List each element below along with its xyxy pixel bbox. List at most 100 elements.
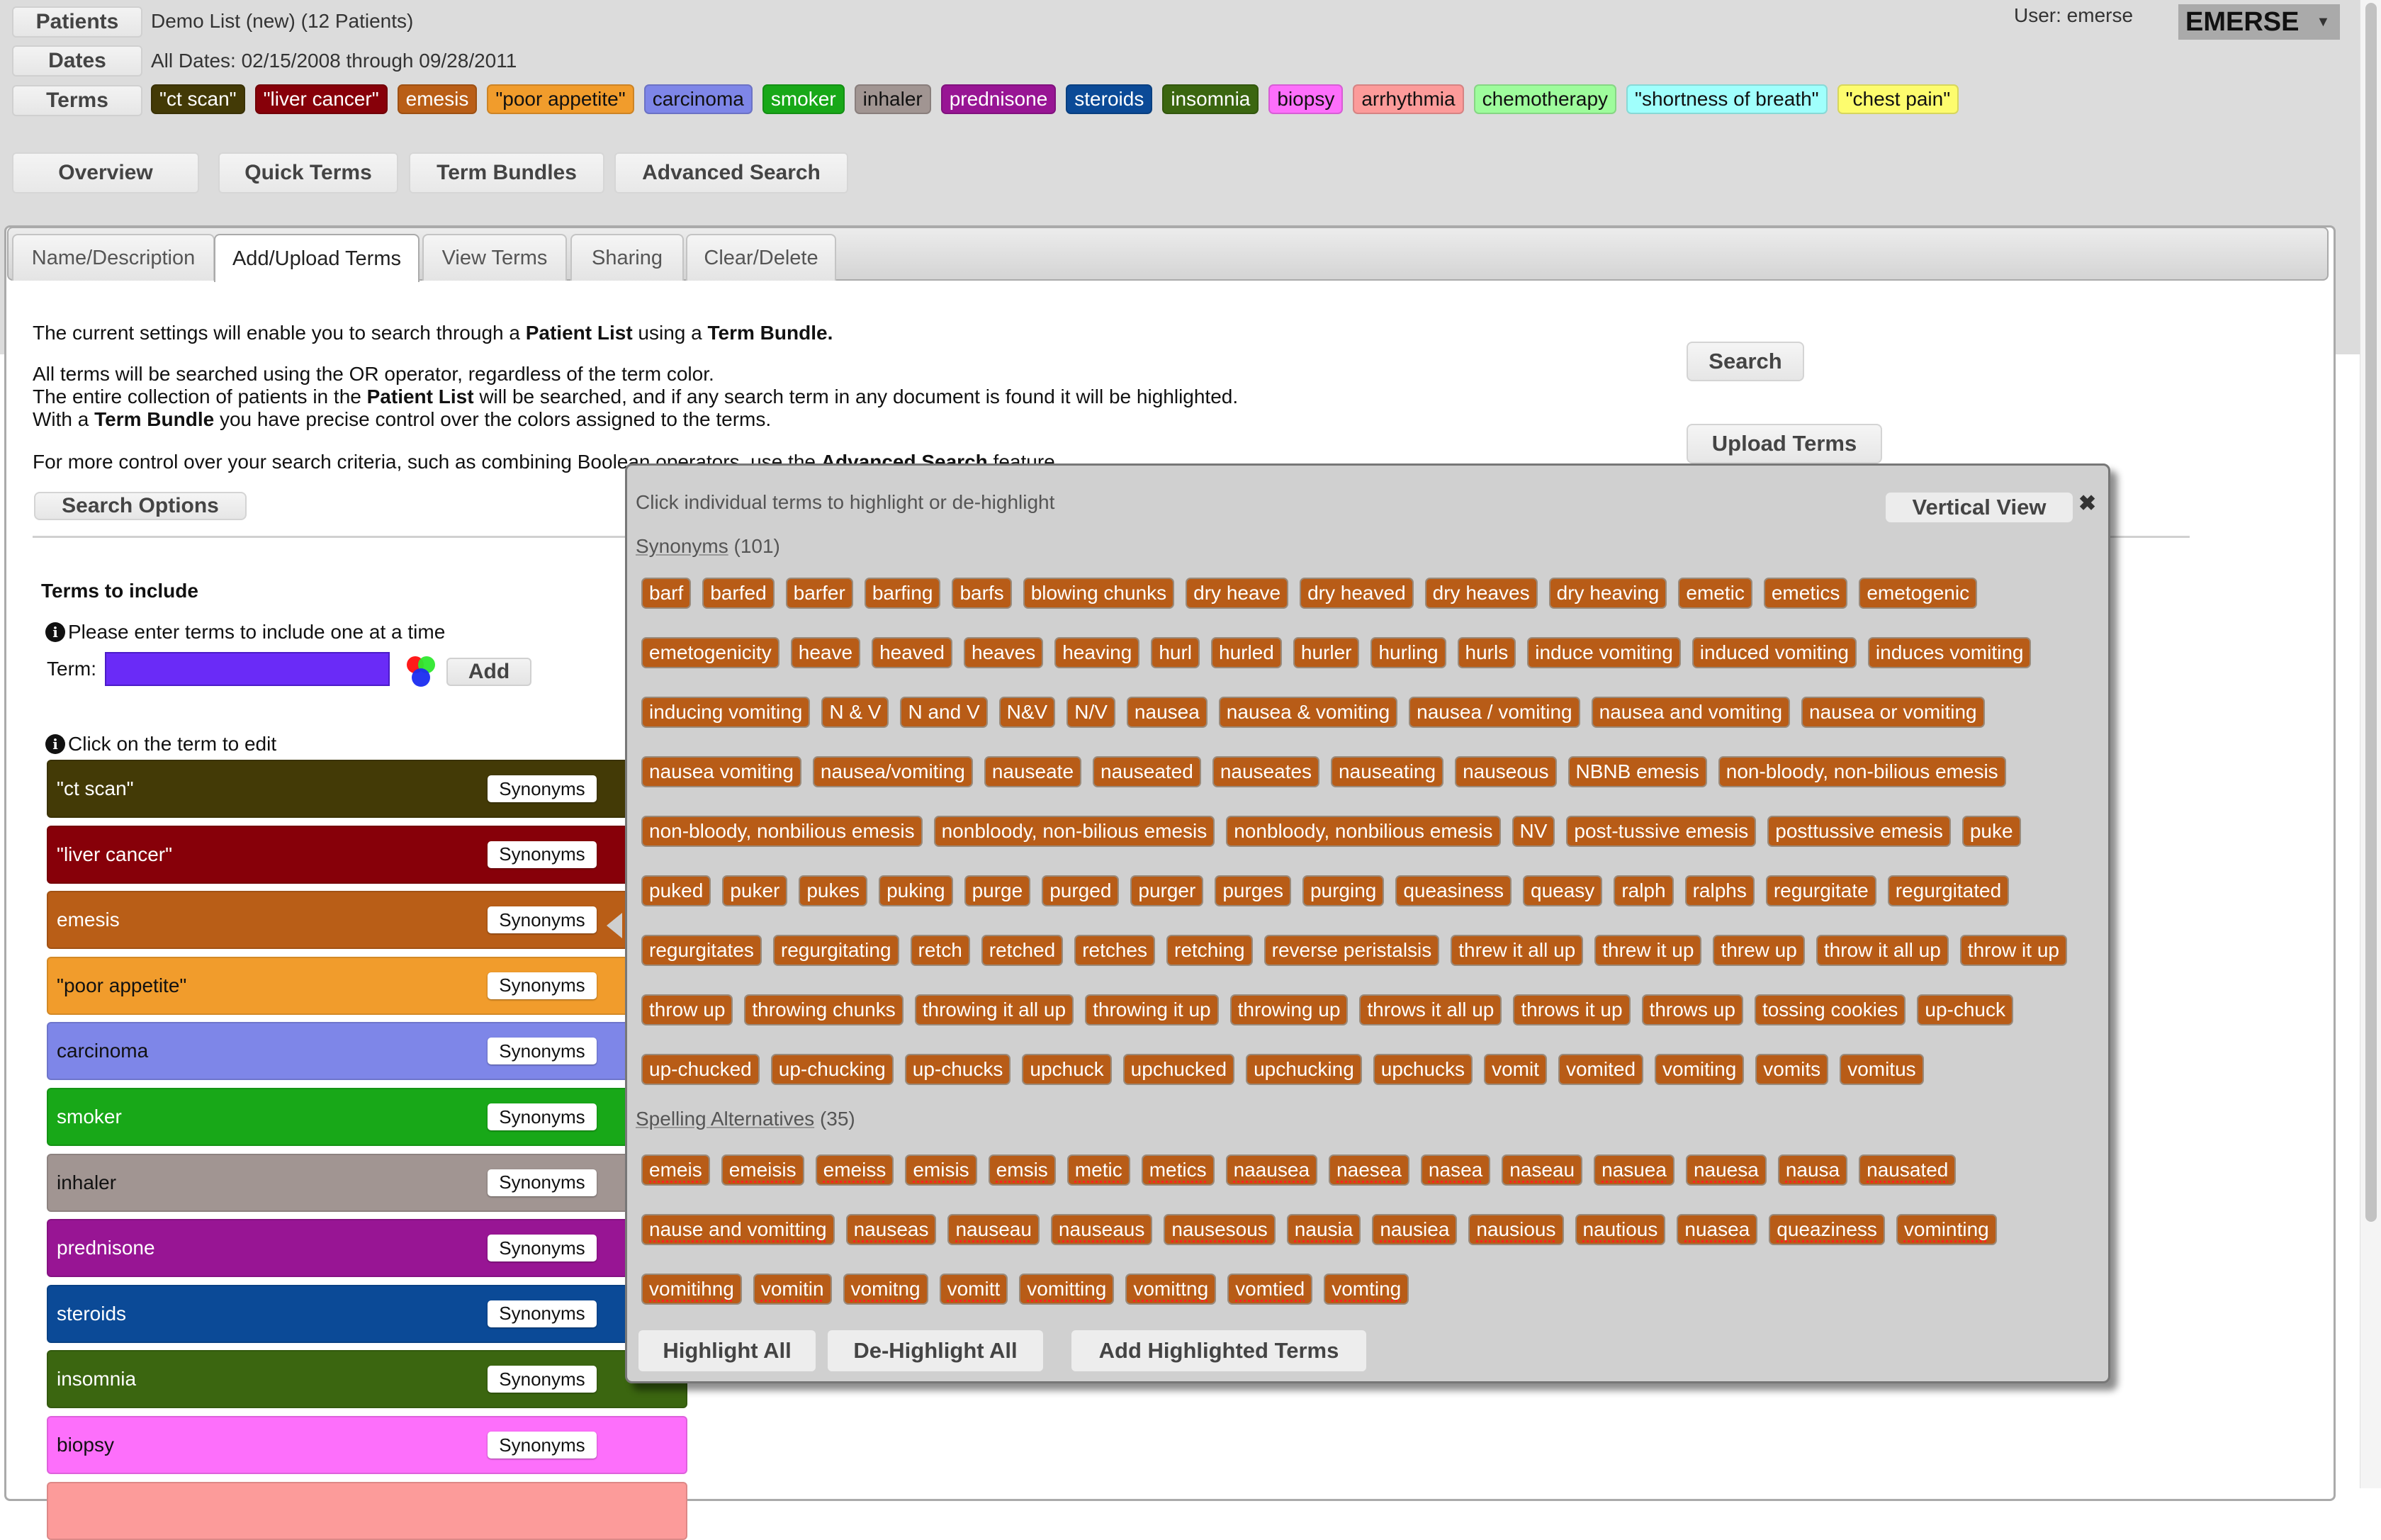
term-row[interactable]: "poor appetite" Synonyms	[47, 956, 687, 1015]
synonym-chip[interactable]: barfs	[952, 578, 1012, 609]
synonym-chip[interactable]: threw it all up	[1451, 935, 1584, 966]
term-row[interactable]: insomnia Synonyms	[47, 1350, 687, 1409]
header-term-chip[interactable]: "ct scan"	[151, 84, 245, 114]
synonym-chip[interactable]: throw it all up	[1816, 935, 1949, 966]
tab-clear-delete[interactable]: Clear/Delete	[686, 234, 836, 281]
synonym-chip[interactable]: barfer	[785, 578, 853, 609]
synonym-chip[interactable]: throws up	[1641, 994, 1743, 1025]
synonym-chip[interactable]: regurgitate	[1765, 875, 1876, 906]
synonym-chip[interactable]: induced vomiting	[1692, 637, 1857, 668]
dehighlight-all-button[interactable]: De-Highlight All	[828, 1330, 1043, 1371]
synonym-chip[interactable]: emetogenicity	[641, 637, 779, 668]
synonym-chip[interactable]: dry heaves	[1424, 578, 1538, 609]
spelling-chip[interactable]: nausia	[1286, 1214, 1361, 1245]
synonym-chip[interactable]: heaved	[872, 637, 952, 668]
synonym-chip[interactable]: N/V	[1066, 697, 1115, 728]
dates-button[interactable]: Dates	[12, 45, 142, 77]
synonym-chip[interactable]: throwing it up	[1085, 994, 1219, 1025]
synonym-chip[interactable]: throwing up	[1229, 994, 1349, 1025]
synonym-chip[interactable]: throws it up	[1513, 994, 1631, 1025]
header-term-chip[interactable]: inhaler	[854, 84, 931, 114]
synonym-chip[interactable]: purge	[964, 875, 1031, 906]
synonym-chip[interactable]: dry heaved	[1300, 578, 1414, 609]
synonym-chip[interactable]: post-tussive emesis	[1566, 816, 1757, 847]
term-row[interactable]: carcinoma Synonyms	[47, 1022, 687, 1081]
spelling-chip[interactable]: vomitng	[843, 1274, 928, 1305]
synonyms-button[interactable]: Synonyms	[488, 1103, 597, 1130]
synonym-chip[interactable]: emetogenic	[1859, 578, 1978, 609]
spelling-chip[interactable]: nauesa	[1685, 1154, 1767, 1186]
spelling-chip[interactable]: emsis	[988, 1154, 1056, 1186]
spelling-toggle-link[interactable]: Spelling Alternatives	[636, 1108, 814, 1130]
spelling-chip[interactable]: vomtied	[1227, 1274, 1313, 1305]
synonym-chip[interactable]: dry heave	[1186, 578, 1289, 609]
synonym-chip[interactable]: hurler	[1293, 637, 1360, 668]
synonym-chip[interactable]: purger	[1130, 875, 1204, 906]
spelling-chip[interactable]: emeis	[641, 1154, 710, 1186]
search-options-button[interactable]: Search Options	[34, 492, 247, 520]
search-button[interactable]: Search	[1687, 342, 1804, 381]
synonym-chip[interactable]: nauseate	[984, 756, 1082, 787]
spelling-chip[interactable]: nausiea	[1372, 1214, 1458, 1245]
synonym-chip[interactable]: inducing vomiting	[641, 697, 811, 728]
brand-menu[interactable]: EMERSE ▼	[2178, 4, 2340, 40]
synonyms-button[interactable]: Synonyms	[488, 1366, 597, 1393]
synonym-chip[interactable]: threw it up	[1594, 935, 1702, 966]
header-term-chip[interactable]: chemotherapy	[1473, 84, 1617, 114]
synonym-chip[interactable]: upchuck	[1022, 1054, 1112, 1085]
synonym-chip[interactable]: induce vomiting	[1527, 637, 1681, 668]
spelling-chip[interactable]: vomitt	[939, 1274, 1008, 1305]
spelling-chip[interactable]: vomitihng	[641, 1274, 742, 1305]
synonym-chip[interactable]: blowing chunks	[1023, 578, 1175, 609]
synonyms-button[interactable]: Synonyms	[488, 775, 597, 802]
synonym-chip[interactable]: puked	[641, 875, 711, 906]
color-picker-icon[interactable]	[404, 653, 438, 690]
synonym-chip[interactable]: vomited	[1558, 1054, 1644, 1085]
header-term-chip[interactable]: prednisone	[940, 84, 1057, 114]
synonym-chip[interactable]: nauseating	[1331, 756, 1444, 787]
synonym-chip[interactable]: ralphs	[1684, 875, 1755, 906]
spelling-chip[interactable]: metics	[1141, 1154, 1215, 1186]
spelling-chip[interactable]: naausea	[1225, 1154, 1318, 1186]
spelling-chip[interactable]: nause and vomitting	[641, 1214, 835, 1245]
synonym-chip[interactable]: up-chucked	[641, 1054, 760, 1085]
synonym-chip[interactable]: retched	[981, 935, 1064, 966]
synonym-chip[interactable]: N & V	[821, 697, 889, 728]
spelling-chip[interactable]: vominting	[1896, 1214, 1997, 1245]
tab-view-terms[interactable]: View Terms	[422, 234, 567, 281]
header-term-chip[interactable]: insomnia	[1162, 84, 1259, 114]
spelling-chip[interactable]: nauseau	[947, 1214, 1040, 1245]
synonyms-button[interactable]: Synonyms	[488, 972, 597, 999]
add-term-button[interactable]: Add	[446, 658, 531, 686]
synonym-chip[interactable]: retch	[910, 935, 970, 966]
spelling-chip[interactable]: nasea	[1420, 1154, 1491, 1186]
term-row[interactable]	[47, 1481, 687, 1540]
spelling-chip[interactable]: naseau	[1502, 1154, 1583, 1186]
synonym-chip[interactable]: puking	[879, 875, 953, 906]
synonym-chip[interactable]: vomit	[1484, 1054, 1547, 1085]
header-term-chip[interactable]: biopsy	[1268, 84, 1344, 114]
synonym-chip[interactable]: upchucks	[1373, 1054, 1473, 1085]
header-term-chip[interactable]: "shortness of breath"	[1626, 84, 1828, 114]
tab-add-upload-terms[interactable]: Add/Upload Terms	[214, 234, 420, 282]
synonym-chip[interactable]: hurl	[1151, 637, 1200, 668]
nav-quick-terms[interactable]: Quick Terms	[218, 152, 398, 193]
synonyms-button[interactable]: Synonyms	[488, 906, 597, 934]
synonyms-button[interactable]: Synonyms	[488, 1300, 597, 1327]
synonym-chip[interactable]: NBNB emesis	[1567, 756, 1707, 787]
synonym-chip[interactable]: induces vomiting	[1867, 637, 2032, 668]
term-row[interactable]: "liver cancer" Synonyms	[47, 825, 687, 884]
header-term-chip[interactable]: steroids	[1066, 84, 1153, 114]
synonym-chip[interactable]: up-chucking	[770, 1054, 894, 1085]
synonym-chip[interactable]: throw up	[641, 994, 733, 1025]
synonyms-button[interactable]: Synonyms	[488, 1235, 597, 1262]
term-input[interactable]	[105, 652, 390, 686]
synonym-chip[interactable]: heaves	[963, 637, 1044, 668]
synonym-chip[interactable]: purged	[1042, 875, 1120, 906]
synonym-chip[interactable]: barfing	[864, 578, 941, 609]
spelling-chip[interactable]: emeiss	[815, 1154, 894, 1186]
spelling-chip[interactable]: nausious	[1468, 1214, 1564, 1245]
synonyms-button[interactable]: Synonyms	[488, 1038, 597, 1065]
tab-sharing[interactable]: Sharing	[570, 234, 684, 281]
nav-overview[interactable]: Overview	[12, 152, 199, 193]
